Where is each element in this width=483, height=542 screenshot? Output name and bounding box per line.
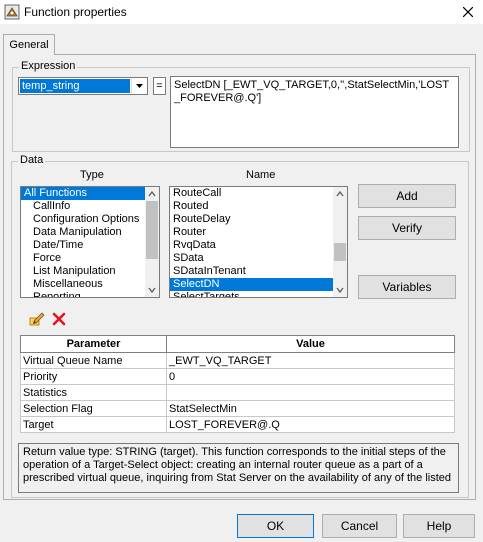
table-header-row: Parameter Value — [20, 335, 455, 353]
cancel-button[interactable]: Cancel — [322, 514, 397, 538]
ok-button[interactable]: OK — [237, 514, 314, 538]
close-button[interactable] — [452, 0, 483, 24]
list-item[interactable]: Routed — [170, 200, 347, 213]
type-scrollbar[interactable] — [145, 187, 159, 297]
column-header-parameter: Parameter — [20, 335, 167, 353]
list-item[interactable]: List Manipulation — [21, 265, 159, 278]
table-row[interactable]: Target LOST_FOREVER@.Q — [20, 416, 455, 433]
combo-dropdown-button[interactable] — [131, 79, 146, 93]
edit-parameter-icon[interactable] — [29, 311, 45, 327]
window-title: Function properties — [24, 5, 127, 19]
variable-combo[interactable]: temp_string — [18, 77, 148, 95]
chevron-down-icon — [136, 84, 143, 88]
name-list[interactable]: RouteCall Routed RouteDelay Router RvqData SD… — [169, 186, 348, 298]
type-header: Type — [80, 169, 104, 181]
list-item[interactable]: RouteCall — [170, 187, 347, 200]
list-item[interactable]: SelectDN — [170, 278, 347, 291]
table-row[interactable]: Virtual Queue Name _EWT_VQ_TARGET — [20, 352, 455, 369]
help-button[interactable]: Help — [403, 514, 475, 538]
equals-button[interactable]: = — [153, 77, 166, 95]
app-icon — [4, 4, 20, 20]
list-item[interactable]: RvqData — [170, 239, 347, 252]
expression-group-label: Expression — [19, 60, 78, 72]
name-items: RouteCall Routed RouteDelay Router RvqData SD… — [170, 187, 347, 297]
scroll-up-icon[interactable] — [145, 187, 159, 201]
param-value[interactable]: 0 — [166, 368, 455, 385]
list-item[interactable]: RouteDelay — [170, 213, 347, 226]
expression-text[interactable]: SelectDN [_EWT_VQ_TARGET,0,'',StatSelect… — [170, 76, 459, 148]
list-item[interactable]: SDataInTenant — [170, 265, 347, 278]
description-text: Return value type: STRING (target). This… — [23, 446, 452, 484]
param-value[interactable]: _EWT_VQ_TARGET — [166, 352, 455, 369]
name-scroll-thumb[interactable] — [334, 243, 346, 261]
dialog-body: General Expression temp_string = SelectD… — [0, 24, 483, 542]
param-name: Priority — [20, 368, 167, 385]
list-item[interactable]: Force — [21, 252, 159, 265]
data-group-label: Data — [18, 154, 46, 166]
type-scroll-thumb[interactable] — [146, 201, 158, 259]
list-item[interactable]: SData — [170, 252, 347, 265]
list-item[interactable]: Date/Time — [21, 239, 159, 252]
scroll-down-icon[interactable] — [333, 283, 347, 297]
type-list[interactable]: All Functions CallInfo Configuration Optio… — [20, 186, 160, 298]
list-item[interactable]: Configuration Options — [21, 213, 159, 226]
param-value[interactable] — [166, 384, 455, 401]
delete-icon[interactable] — [51, 311, 67, 327]
param-name: Target — [20, 416, 167, 433]
column-header-value: Value — [166, 335, 455, 353]
table-row[interactable]: Statistics — [20, 384, 455, 401]
table-row[interactable]: Priority 0 — [20, 368, 455, 385]
list-item[interactable]: Data Manipulation — [21, 226, 159, 239]
scroll-down-icon[interactable] — [145, 283, 159, 297]
table-row[interactable]: Selection Flag StatSelectMin — [20, 400, 455, 417]
add-button[interactable]: Add — [358, 184, 456, 208]
list-item[interactable]: Reporting — [21, 291, 159, 297]
close-icon — [462, 6, 473, 18]
variable-combo-value: temp_string — [20, 79, 130, 93]
function-description: Return value type: STRING (target). This… — [18, 443, 459, 493]
verify-button[interactable]: Verify — [358, 216, 456, 240]
param-value[interactable]: StatSelectMin — [166, 400, 455, 417]
scroll-up-icon[interactable] — [333, 187, 347, 201]
list-item[interactable]: Router — [170, 226, 347, 239]
list-item[interactable]: SelectTargets — [170, 291, 347, 297]
param-name: Statistics — [20, 384, 167, 401]
param-value[interactable]: LOST_FOREVER@.Q — [166, 416, 455, 433]
title-bar: Function properties — [0, 0, 483, 24]
name-header: Name — [246, 169, 276, 181]
list-item[interactable]: All Functions — [21, 187, 159, 200]
list-item[interactable]: Miscellaneous — [21, 278, 159, 291]
param-name: Selection Flag — [20, 400, 167, 417]
list-item[interactable]: CallInfo — [21, 200, 159, 213]
type-items: All Functions CallInfo Configuration Optio… — [21, 187, 159, 297]
param-name: Virtual Queue Name — [20, 352, 167, 369]
variables-button[interactable]: Variables — [358, 275, 456, 299]
name-scrollbar[interactable] — [333, 187, 347, 297]
tab-general[interactable]: General — [3, 34, 55, 55]
parameters-table: Parameter Value Virtual Queue Name _EWT_… — [20, 335, 455, 433]
